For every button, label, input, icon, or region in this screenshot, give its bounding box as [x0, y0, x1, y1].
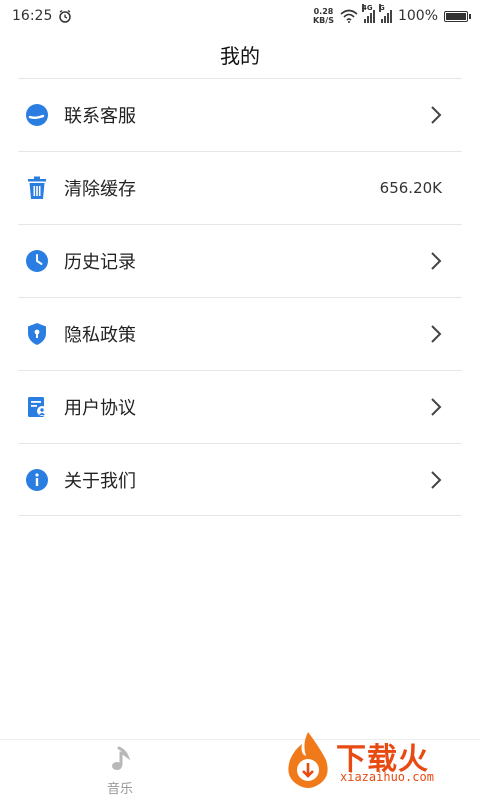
menu-label-privacy-policy: 隐私政策 — [64, 325, 136, 346]
wifi-icon — [340, 9, 358, 23]
customer-service-icon — [24, 102, 50, 128]
status-bar: 16:25 0.28 KB/S 4G G 100% — [0, 0, 480, 32]
menu-label-user-agreement: 用户协议 — [64, 398, 136, 419]
shield-icon — [24, 321, 50, 347]
clock-icon — [24, 248, 50, 274]
menu-item-customer-service[interactable]: 联系客服 — [18, 78, 462, 151]
signal-icon-sim1: 4G — [361, 4, 375, 23]
info-icon — [24, 467, 50, 493]
network-speed-unit: KB/S — [312, 16, 334, 25]
status-right: 0.28 KB/S 4G G 100% — [313, 4, 471, 25]
music-note-icon — [112, 746, 131, 770]
menu-item-user-agreement[interactable]: 用户协议 — [18, 370, 462, 443]
network-speed-value: 0.28 — [313, 7, 334, 16]
document-user-icon — [24, 394, 50, 420]
menu-label-clear-cache: 清除缓存 — [64, 179, 136, 200]
status-left: 16:25 — [12, 8, 72, 24]
bottom-tab-bar: 音乐 下载火 xiazaihuo.com — [0, 732, 480, 800]
alarm-icon — [59, 9, 72, 23]
watermark-logo: 下载火 xiazaihuo.com — [280, 730, 470, 792]
battery-icon — [444, 10, 471, 22]
tab-music-label: 音乐 — [106, 782, 133, 797]
menu-item-history[interactable]: 历史记录 — [18, 224, 462, 297]
signal-tag-sim2: G — [378, 4, 385, 12]
clock-time: 16:25 — [12, 8, 53, 24]
battery-percent: 100% — [397, 8, 438, 24]
cache-size-value: 656.20K — [379, 179, 442, 197]
menu-label-about-us: 关于我们 — [64, 470, 136, 492]
watermark-domain: xiazaihuo.com — [340, 770, 434, 784]
chevron-right-icon — [431, 252, 442, 270]
settings-menu: 联系客服 清除缓存 656.20K 历史记录 隐私政策 用户协议 关于我们 — [18, 78, 462, 516]
menu-label-customer-service: 联系客服 — [64, 106, 136, 127]
network-speed: 0.28 KB/S — [313, 7, 334, 25]
signal-icon-sim2: G — [378, 4, 392, 23]
page-title: 我的 — [220, 44, 260, 68]
flame-logo-icon — [288, 732, 328, 788]
chevron-right-icon — [431, 470, 442, 489]
signal-tag-sim1: 4G — [361, 4, 373, 12]
chevron-right-icon — [431, 106, 442, 124]
chevron-right-icon — [431, 325, 442, 343]
trash-icon — [24, 175, 50, 201]
tab-music[interactable]: 音乐 — [96, 746, 144, 797]
menu-item-clear-cache[interactable]: 清除缓存 656.20K — [18, 151, 462, 224]
menu-label-history: 历史记录 — [64, 252, 136, 273]
menu-item-about-us[interactable]: 关于我们 — [18, 443, 462, 516]
chevron-right-icon — [431, 398, 442, 416]
menu-item-privacy-policy[interactable]: 隐私政策 — [18, 297, 462, 370]
battery-fill — [446, 12, 466, 20]
